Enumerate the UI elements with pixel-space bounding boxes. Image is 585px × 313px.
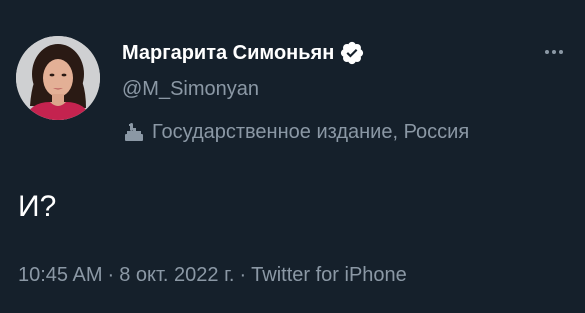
avatar[interactable] xyxy=(16,36,100,120)
tweet-metadata: 10:45 AM · 8 окт. 2022 г. · Twitter for … xyxy=(18,264,407,287)
more-dot xyxy=(559,50,563,54)
more-dot xyxy=(545,50,549,54)
state-media-label-text: Государственное издание, Россия xyxy=(152,120,470,143)
author-handle[interactable]: @M_Simonyan xyxy=(122,78,259,101)
tweet-source[interactable]: Twitter for iPhone xyxy=(251,264,407,287)
more-options-icon[interactable] xyxy=(540,42,568,62)
meta-separator: · xyxy=(107,264,115,286)
tweet-date[interactable]: 8 окт. 2022 г. xyxy=(119,264,234,287)
tweet-text: И? xyxy=(18,190,57,223)
state-media-label[interactable]: Государственное издание, Россия xyxy=(122,118,469,146)
podium-icon xyxy=(122,120,146,144)
verified-badge-icon xyxy=(339,40,365,66)
tweet-card: Маргарита Симоньян @M_Simonyan Государст… xyxy=(0,0,585,313)
tweet-time[interactable]: 10:45 AM xyxy=(18,264,103,287)
meta-separator: · xyxy=(239,264,247,286)
more-dot xyxy=(552,50,556,54)
author-display-name[interactable]: Маргарита Симоньян xyxy=(122,42,334,65)
avatar-photo xyxy=(16,36,100,120)
author-name-row: Маргарита Симоньян xyxy=(122,39,365,67)
